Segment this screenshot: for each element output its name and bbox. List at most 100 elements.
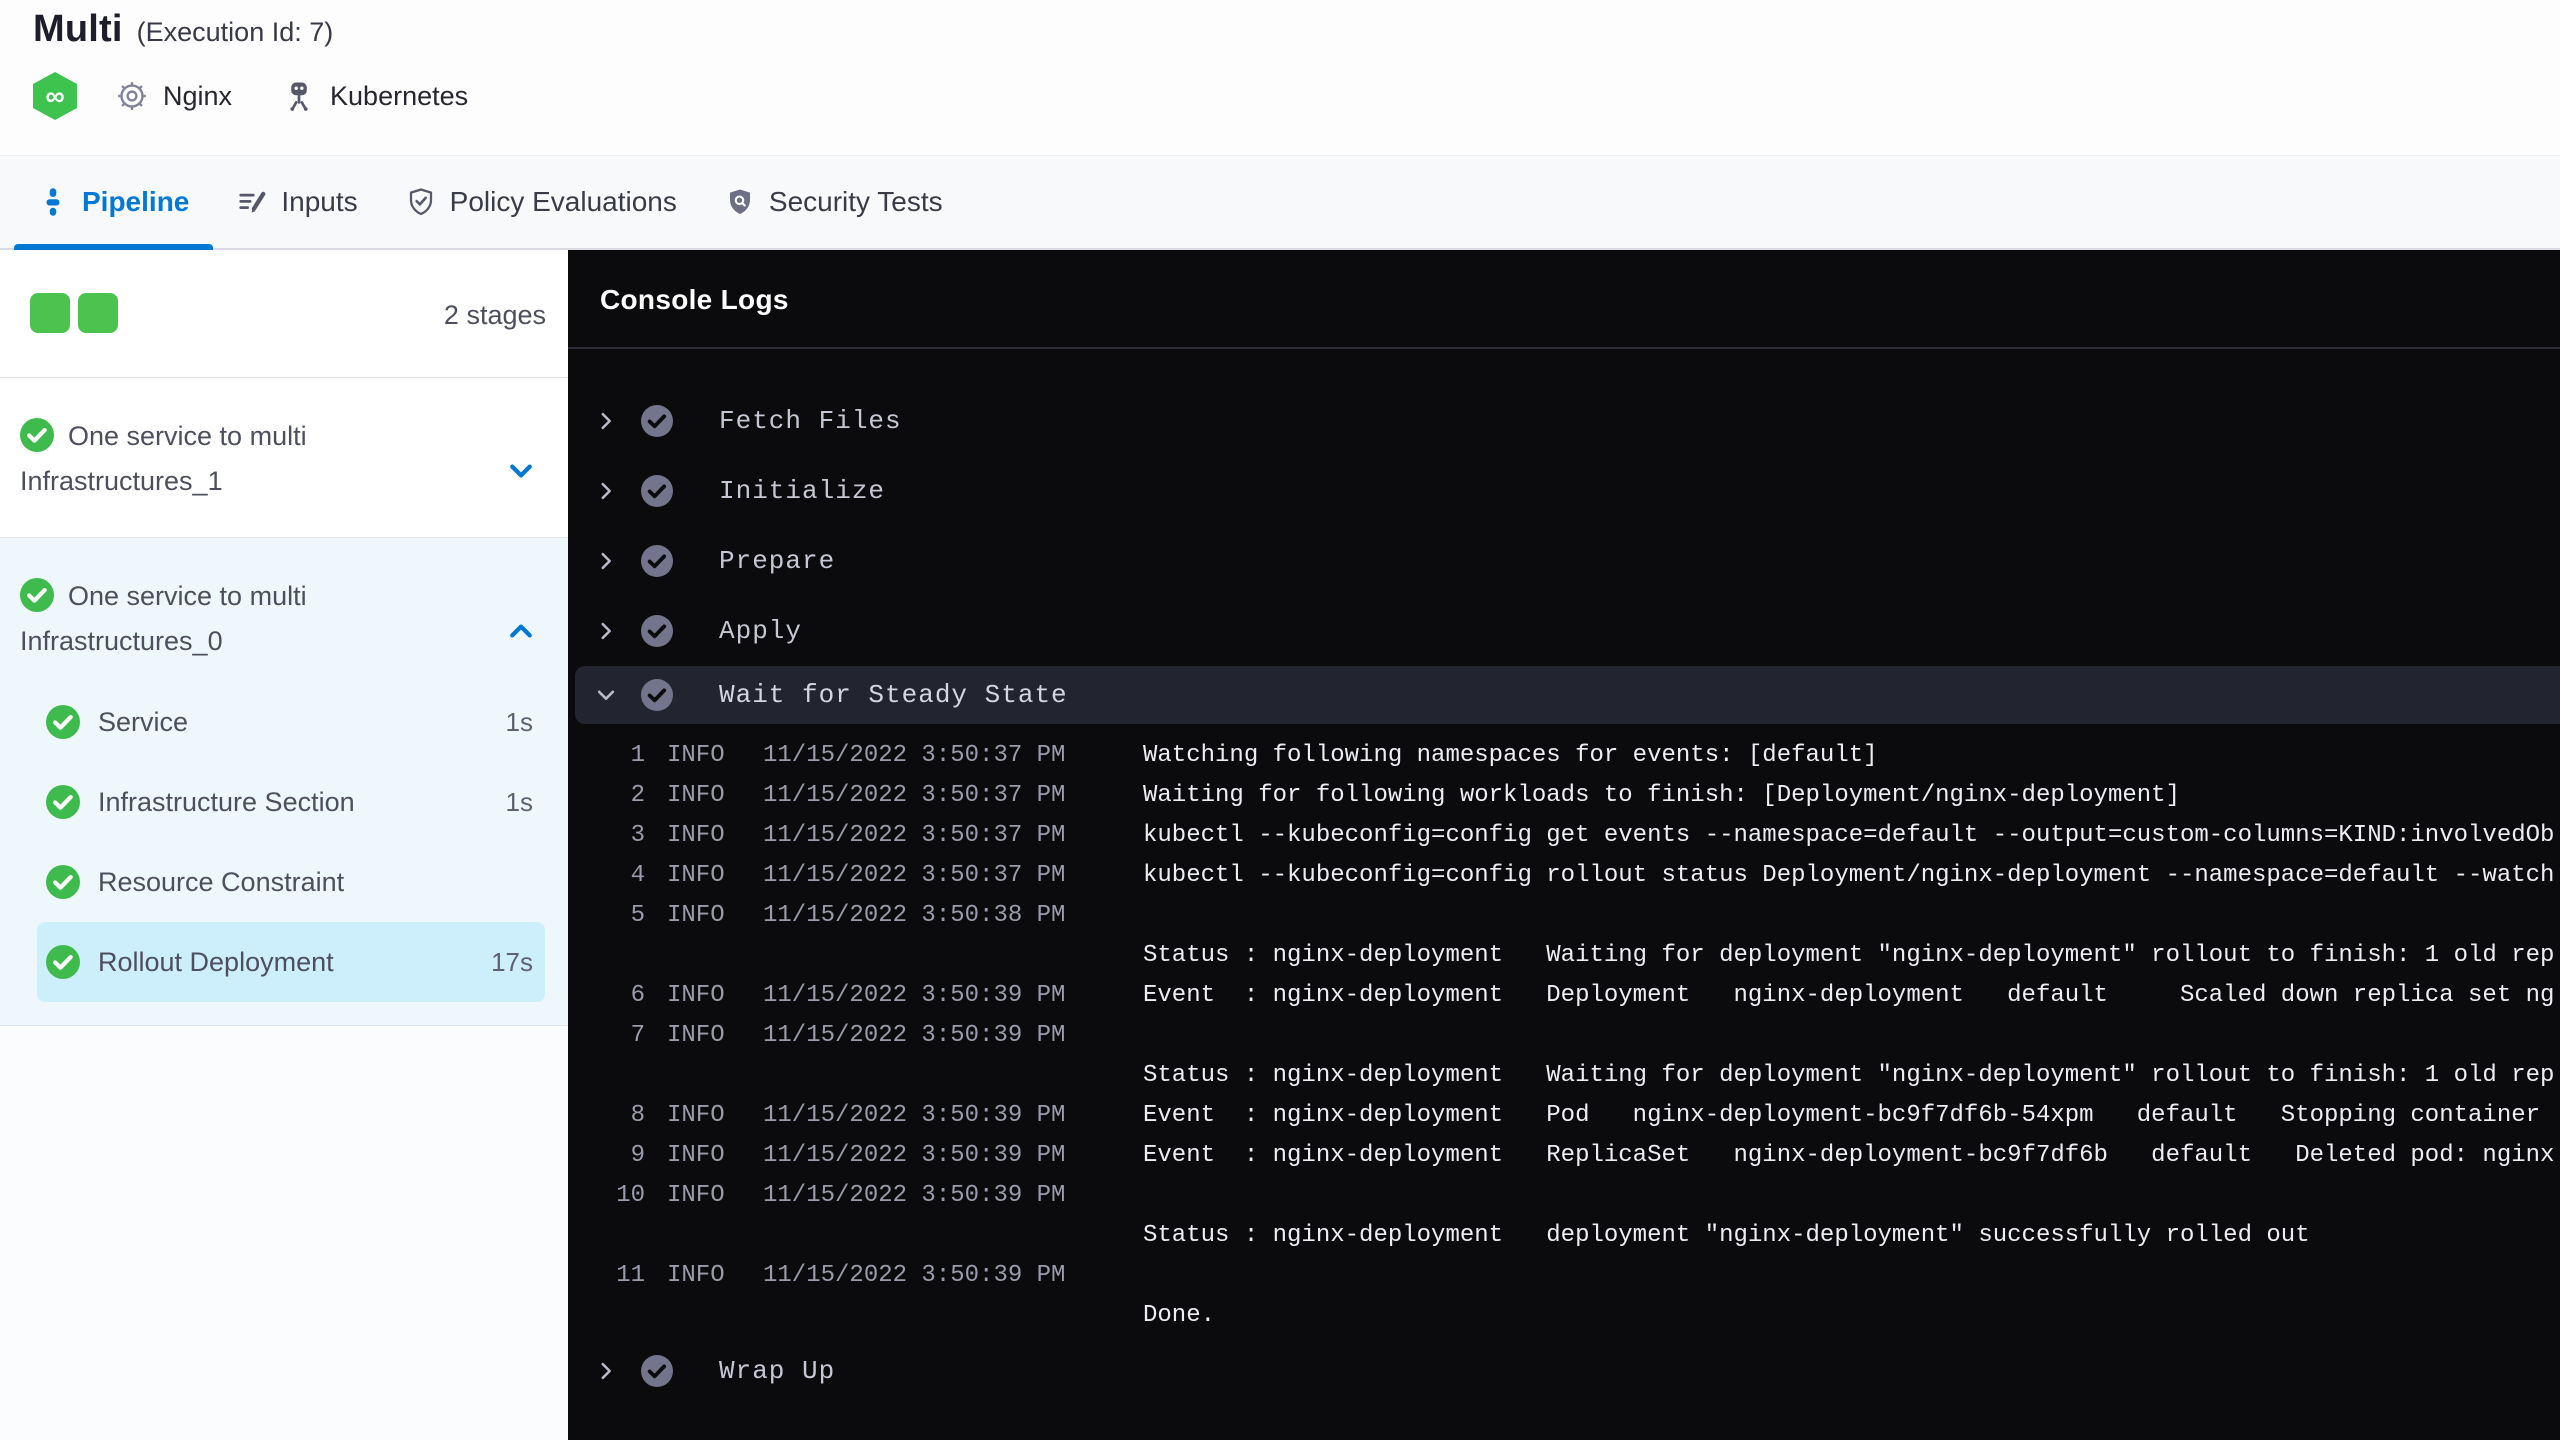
- security-shield-scan-icon: [729, 189, 750, 214]
- step-name: Service: [98, 706, 189, 737]
- log-line: 11 INFO 11/15/2022 3:50:39 PM: [595, 1256, 2560, 1296]
- step-name: Rollout Deployment: [98, 946, 334, 977]
- log-level: INFO: [667, 742, 725, 769]
- log-message: Event : nginx-deployment Pod nginx-deplo…: [1143, 1102, 2541, 1129]
- tab-policy-evaluations[interactable]: Policy Evaluations: [382, 156, 701, 248]
- tab-security-tests[interactable]: Security Tests: [701, 156, 967, 248]
- success-check-icon: [641, 679, 673, 711]
- log-timestamp: 11/15/2022 3:50:39 PM: [763, 1182, 1066, 1209]
- chevron-right-icon[interactable]: [595, 1360, 617, 1382]
- log-line-number: 3: [630, 822, 645, 849]
- log-timestamp: 11/15/2022 3:50:39 PM: [763, 1022, 1066, 1049]
- log-timestamp: 11/15/2022 3:50:39 PM: [763, 982, 1066, 1009]
- console-step-wait-for-steady-state[interactable]: Wait for Steady State: [575, 666, 2560, 724]
- tab-policy-evaluations-label: Policy Evaluations: [449, 186, 677, 217]
- log-line: 5 INFO 11/15/2022 3:50:38 PM: [595, 896, 2560, 936]
- log-message: Done.: [1143, 1302, 1216, 1329]
- log-level: INFO: [667, 862, 725, 889]
- log-line-number: 9: [630, 1142, 645, 1169]
- log-message: kubectl --kubeconfig=config get events -…: [1143, 822, 2555, 849]
- step-item-service[interactable]: Service 1s: [37, 682, 545, 762]
- log-level: INFO: [667, 982, 725, 1009]
- console-body: Fetch Files Initialize Prepare Apply Wai…: [568, 349, 2560, 1406]
- log-line-number: 4: [630, 862, 645, 889]
- log-line-number: 8: [630, 1102, 645, 1129]
- log-message: Status : nginx-deployment deployment "ng…: [1143, 1222, 2310, 1249]
- log-line: Status : nginx-deployment Waiting for de…: [595, 1056, 2560, 1096]
- title-row: Multi (Execution Id: 7): [33, 8, 333, 51]
- console-step-wrap-up[interactable]: Wrap Up: [568, 1336, 2560, 1406]
- harness-infinity-icon: ∞: [33, 72, 77, 120]
- chevron-down-icon[interactable]: [506, 456, 536, 486]
- pipeline-icon: [46, 188, 60, 216]
- stage-success-square: [78, 293, 118, 333]
- policy-shield-check-icon: [409, 188, 432, 216]
- step-name: Resource Constraint: [98, 866, 345, 897]
- log-timestamp: 11/15/2022 3:50:37 PM: [763, 782, 1066, 809]
- log-line-number: 11: [616, 1262, 645, 1289]
- chevron-up-icon[interactable]: [506, 616, 536, 646]
- console-step-fetch-files[interactable]: Fetch Files: [568, 386, 2560, 456]
- console-step-prepare[interactable]: Prepare: [568, 526, 2560, 596]
- log-timestamp: 11/15/2022 3:50:37 PM: [763, 862, 1066, 889]
- service-name-label[interactable]: Nginx: [163, 81, 232, 112]
- inputs-icon: [239, 191, 266, 213]
- infrastructure-name-label[interactable]: Kubernetes: [330, 81, 468, 112]
- chevron-right-icon[interactable]: [595, 410, 617, 432]
- log-timestamp: 11/15/2022 3:50:39 PM: [763, 1262, 1066, 1289]
- step-duration: 1s: [505, 706, 533, 737]
- success-check-icon: [641, 405, 673, 437]
- success-check-icon: [20, 578, 54, 612]
- log-timestamp: 11/15/2022 3:50:39 PM: [763, 1142, 1066, 1169]
- console-step-apply[interactable]: Apply: [568, 596, 2560, 666]
- log-line-number: 1: [630, 742, 645, 769]
- stages-summary-header: 2 stages: [0, 250, 568, 378]
- gear-icon: [118, 82, 146, 110]
- console-step-label: Prepare: [719, 546, 836, 576]
- log-line: 2 INFO 11/15/2022 3:50:37 PM Waiting for fo…: [595, 776, 2560, 816]
- app-header: Multi (Execution Id: 7) ∞ Nginx Kubernet…: [0, 0, 2560, 155]
- chevron-down-icon[interactable]: [595, 684, 617, 706]
- log-message: Status : nginx-deployment Waiting for de…: [1143, 942, 2555, 969]
- console-title: Console Logs: [600, 284, 789, 315]
- log-level: INFO: [667, 1102, 725, 1129]
- tab-inputs[interactable]: Inputs: [213, 156, 381, 248]
- log-line: 8 INFO 11/15/2022 3:50:39 PM Event : nginx-…: [595, 1096, 2560, 1136]
- chevron-right-icon[interactable]: [595, 550, 617, 572]
- console-step-label: Initialize: [719, 476, 886, 506]
- stage-item-infrastructures-1[interactable]: One service to multi Infrastructures_1: [0, 378, 568, 538]
- chevron-right-icon[interactable]: [595, 480, 617, 502]
- log-line: 4 INFO 11/15/2022 3:50:37 PM kubectl --kube…: [595, 856, 2560, 896]
- log-message: Event : nginx-deployment Deployment ngin…: [1143, 982, 2555, 1009]
- tabs-bar: Pipeline Inputs Policy Evaluations Secur…: [0, 155, 2560, 250]
- execution-stages-sidebar: 2 stages One service to multi Infrastruc…: [0, 250, 568, 1440]
- stage-count-label: 2 stages: [443, 300, 546, 330]
- log-line-number: 6: [630, 982, 645, 1009]
- step-item-infrastructure-section[interactable]: Infrastructure Section 1s: [37, 762, 545, 842]
- log-level: INFO: [667, 902, 725, 929]
- tab-pipeline[interactable]: Pipeline: [14, 156, 214, 250]
- log-line: 6 INFO 11/15/2022 3:50:39 PM Event : nginx-…: [595, 976, 2560, 1016]
- console-step-initialize[interactable]: Initialize: [568, 456, 2560, 526]
- console-step-label: Wait for Steady State: [719, 680, 1068, 710]
- log-message: Waiting for following workloads to finis…: [1143, 782, 2180, 809]
- step-item-resource-constraint[interactable]: Resource Constraint: [37, 842, 545, 922]
- log-line: 10 INFO 11/15/2022 3:50:39 PM: [595, 1176, 2560, 1216]
- console-step-label: Apply: [719, 616, 803, 646]
- step-item-rollout-deployment[interactable]: Rollout Deployment 17s: [37, 922, 545, 1002]
- log-line: 1 INFO 11/15/2022 3:50:37 PM Watching follo…: [595, 736, 2560, 776]
- stage-title: One service to multi Infrastructures_0: [0, 538, 520, 664]
- log-timestamp: 11/15/2022 3:50:39 PM: [763, 1102, 1066, 1129]
- stage-success-square: [30, 293, 70, 333]
- log-line: Status : nginx-deployment Waiting for de…: [595, 936, 2560, 976]
- log-line-number: 10: [616, 1182, 645, 1209]
- log-timestamp: 11/15/2022 3:50:37 PM: [763, 822, 1066, 849]
- stage-title: One service to multi Infrastructures_1: [0, 378, 520, 504]
- log-level: INFO: [667, 1262, 725, 1289]
- success-check-icon: [641, 1355, 673, 1387]
- stage-item-infrastructures-0[interactable]: One service to multi Infrastructures_0 S…: [0, 538, 568, 1026]
- stage-name: One service to multi Infrastructures_1: [20, 421, 307, 496]
- success-check-icon: [46, 785, 80, 819]
- tab-inputs-label: Inputs: [281, 186, 358, 217]
- chevron-right-icon[interactable]: [595, 620, 617, 642]
